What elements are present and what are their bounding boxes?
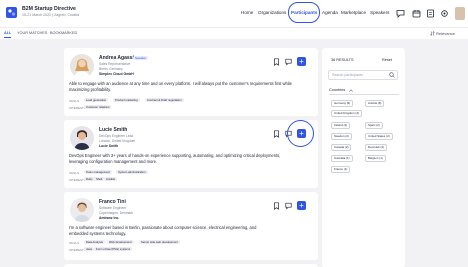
skill-tag[interactable]: Web development [107,240,134,245]
participant-name[interactable]: Lucie Smith [99,127,127,133]
skill-tag[interactable]: Team management [84,170,112,175]
participant-name[interactable]: Andrea Agassi [99,55,134,61]
country-chip[interactable]: Australia (1) [331,155,353,162]
participant-company: Amtranz Inc. [99,216,120,220]
sort-relevance[interactable]: Relevance [436,31,455,36]
tab-all[interactable]: ALL [4,31,11,35]
reset-button[interactable]: Reset [382,58,392,62]
tab-bookmarked[interactable]: BOOKMARKED [50,31,77,35]
country-chip[interactable]: United Kingdom (4) [331,110,362,117]
nav-agenda[interactable]: Agenda [322,10,338,15]
participant-company: Simplex Cloud GmbH [99,72,134,76]
interest-tag[interactable]: Ansible [104,177,118,182]
skills-label: SKILLS [69,171,80,175]
participant-role: Software Engineer [99,206,127,210]
participant-bio: Able to engage with an audience at any t… [69,81,292,92]
chevron-up-icon[interactable] [349,89,353,92]
nav-speakers[interactable]: Speakers [370,10,389,15]
bookmark-icon[interactable] [273,130,280,138]
country-chip[interactable]: United States (2) [365,133,393,140]
interest-tag[interactable]: Customer relations [84,105,112,110]
skill-tag[interactable]: Data Analysis [84,240,105,245]
nav-organizations[interactable]: Organizations [258,10,286,15]
skill-tag[interactable]: Server side web development [139,240,180,245]
skill-tag[interactable]: Lead generation [84,98,109,103]
participant-location: Berlin, Germany [99,67,123,71]
bookmark-icon[interactable] [273,202,280,210]
participant-bio: I'm a software engineer based in Berlin,… [69,225,257,236]
event-subtitle: 15-21 March 2022 | Zagreb, Croatia [22,13,80,17]
skill-tag[interactable]: Product marketing [113,98,140,103]
participant-photo [70,126,94,150]
countries-divider [329,94,399,95]
participant-bio: DevOps Engineer with 3+ years of hands-o… [69,153,281,164]
calendar-icon[interactable] [412,9,421,18]
participant-photo [70,198,94,222]
search-placeholder: Search participants [332,73,363,77]
user-avatar[interactable] [455,7,465,20]
participant-role: Sales Representative [99,62,131,66]
skills-label: SKILLS [69,241,80,245]
country-chip[interactable]: Belgium (1) [365,155,386,162]
country-chip[interactable]: Ireland (2) [331,122,351,129]
countries-filter-heading[interactable]: Countries [329,88,345,92]
country-chip[interactable]: Germany (9) [331,100,354,107]
interest-tag[interactable]: Shell [94,177,105,182]
chat-icon[interactable] [396,9,405,18]
sort-icon[interactable] [430,31,435,36]
settings-icon[interactable] [440,9,449,18]
country-chip[interactable]: Sweden (2) [331,133,352,140]
message-icon[interactable] [285,202,292,210]
search-icon[interactable] [389,72,395,78]
skills-label: SKILLS [69,99,80,103]
add-button-highlight [287,120,314,147]
participant-location: Copenhagen, Denmark [99,211,134,215]
interest-tag[interactable]: Java [84,247,94,252]
participant-role: DevOps Engineer Lead [99,134,134,138]
active-tab-indicator [4,37,11,38]
message-icon[interactable] [285,58,292,66]
add-contact-button[interactable]: + [297,201,306,210]
event-title: B2M Startup Directive [22,6,76,12]
country-chip[interactable]: Canada (2) [331,144,352,151]
country-chip[interactable]: France (1) [331,166,351,173]
add-contact-button[interactable]: + [297,57,306,66]
participant-company: Lucie Smith [99,144,119,148]
event-logo-icon[interactable] [6,7,17,18]
results-count: 36 RESULTS [331,58,354,62]
participant-photo [70,54,94,78]
nav-marketplace[interactable]: Marketplace [341,10,366,15]
nav-active-highlight [288,2,320,23]
interest-tag[interactable]: Form of law (PSG) systems [94,247,133,252]
interest-tag[interactable]: Ruby [84,177,95,182]
participant-location: London, United Kingdom [99,139,136,143]
country-chip[interactable]: Austria (8) [365,100,385,107]
document-icon[interactable] [426,9,435,18]
tab-your-matches[interactable]: YOUR MATCHES [17,31,47,35]
skill-tag[interactable]: System administration [116,170,148,175]
nav-home[interactable]: Home [241,10,253,15]
country-chip[interactable]: Denmark (2) [365,144,388,151]
speaker-badge: Speaker [133,56,149,60]
bookmark-icon[interactable] [273,58,280,66]
participant-name[interactable]: Franco Tini [99,199,126,205]
skill-tag[interactable]: Contract & Draft negotiation [145,98,184,103]
country-chip[interactable]: Spain (2) [365,122,383,129]
